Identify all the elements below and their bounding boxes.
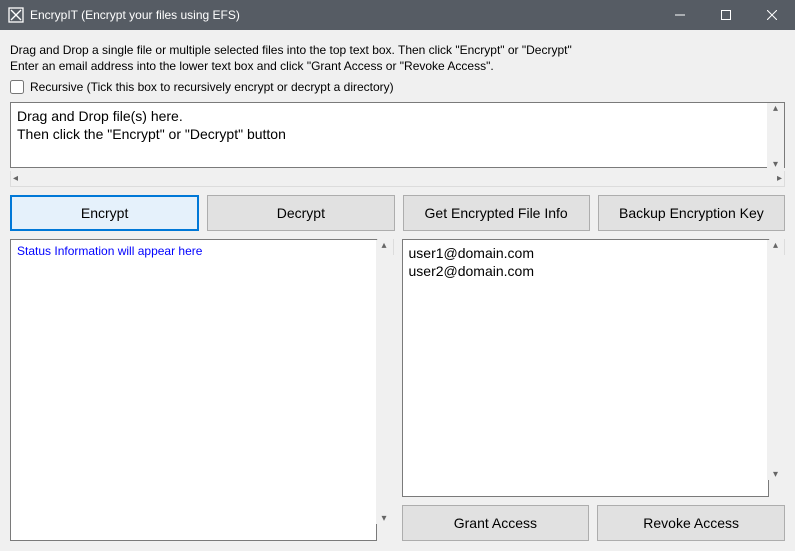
- email-vertical-scrollbar[interactable]: ▴▾: [767, 240, 784, 480]
- get-info-button[interactable]: Get Encrypted File Info: [403, 195, 590, 231]
- titlebar: EncrypIT (Encrypt your files using EFS): [0, 0, 795, 30]
- window-title: EncrypIT (Encrypt your files using EFS): [30, 8, 240, 22]
- lower-panes: ▴▾ ◂▸ ▴▾ ◂▸ Grant Access Revoke Access: [10, 239, 785, 541]
- backup-key-button[interactable]: Backup Encryption Key: [598, 195, 785, 231]
- minimize-button[interactable]: [657, 0, 703, 30]
- file-drop-area: ▴▾ ◂▸: [10, 102, 785, 187]
- instructions-line2: Enter an email address into the lower te…: [10, 58, 785, 74]
- status-textbox[interactable]: [10, 239, 377, 541]
- recursive-checkbox-row[interactable]: Recursive (Tick this box to recursively …: [10, 80, 785, 94]
- client-area: Drag and Drop a single file or multiple …: [0, 30, 795, 551]
- file-horizontal-scrollbar[interactable]: ◂▸: [10, 171, 785, 187]
- decrypt-button[interactable]: Decrypt: [207, 195, 394, 231]
- recursive-checkbox[interactable]: [10, 80, 24, 94]
- status-box-wrap: ▴▾ ◂▸: [10, 239, 394, 541]
- encrypt-button[interactable]: Encrypt: [10, 195, 199, 231]
- status-pane: ▴▾ ◂▸: [10, 239, 394, 541]
- instructions: Drag and Drop a single file or multiple …: [10, 42, 785, 74]
- status-vertical-scrollbar[interactable]: ▴▾: [376, 240, 393, 524]
- email-box-wrap: ▴▾ ◂▸: [402, 239, 786, 497]
- main-button-row: Encrypt Decrypt Get Encrypted File Info …: [10, 195, 785, 231]
- recursive-label: Recursive (Tick this box to recursively …: [30, 80, 394, 94]
- instructions-line1: Drag and Drop a single file or multiple …: [10, 42, 785, 58]
- maximize-button[interactable]: [703, 0, 749, 30]
- close-button[interactable]: [749, 0, 795, 30]
- revoke-access-button[interactable]: Revoke Access: [597, 505, 785, 541]
- app-icon: [8, 7, 24, 23]
- file-vertical-scrollbar[interactable]: ▴▾: [767, 103, 784, 170]
- file-drop-textbox[interactable]: [10, 102, 785, 168]
- access-pane: ▴▾ ◂▸ Grant Access Revoke Access: [402, 239, 786, 541]
- email-textbox[interactable]: [402, 239, 769, 497]
- access-button-row: Grant Access Revoke Access: [402, 505, 786, 541]
- grant-access-button[interactable]: Grant Access: [402, 505, 590, 541]
